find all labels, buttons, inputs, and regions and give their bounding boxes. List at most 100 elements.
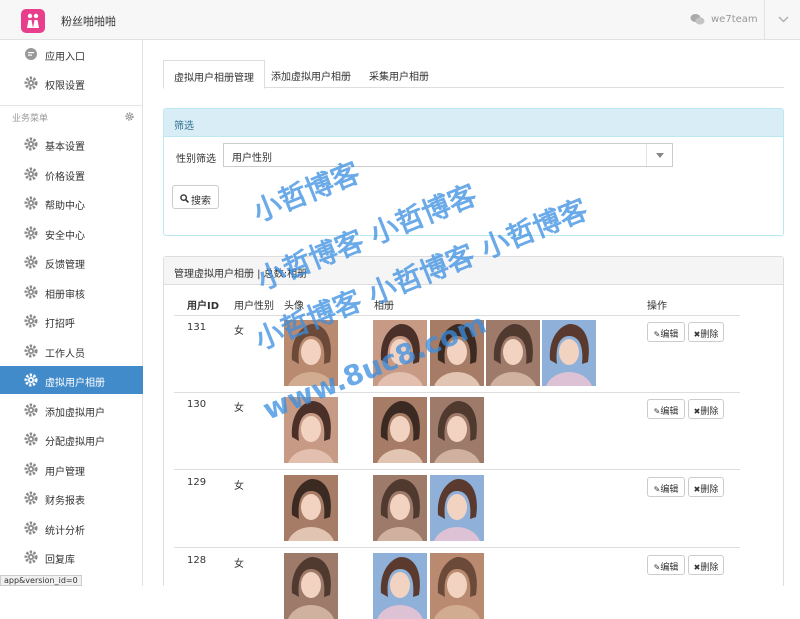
- sidebar-item[interactable]: 基本设置: [0, 130, 143, 158]
- app-logo-icon[interactable]: [21, 9, 45, 33]
- photo-thumbnail[interactable]: [373, 553, 427, 619]
- tab-collect-album[interactable]: 采集用户相册: [369, 60, 429, 88]
- gender-filter-label: 性别筛选: [176, 154, 216, 165]
- photo-thumbnail[interactable]: [542, 320, 596, 386]
- delete-button[interactable]: ✖删除: [688, 555, 724, 575]
- sidebar-item-label: 相册审核: [45, 289, 85, 301]
- sidebar-item-label: 权限设置: [45, 81, 85, 92]
- gender-select-value: 用户性别: [232, 153, 272, 164]
- sidebar-item[interactable]: 虚拟用户相册: [0, 366, 143, 394]
- row-divider: [174, 547, 740, 548]
- sidebar-item-label: 价格设置: [45, 171, 85, 183]
- photo-thumbnail[interactable]: [284, 320, 338, 386]
- header-divider: [174, 315, 740, 316]
- photo-thumbnail[interactable]: [430, 397, 484, 463]
- sidebar-item-label: 分配虚拟用户: [45, 437, 105, 448]
- delete-button[interactable]: ✖删除: [688, 322, 724, 342]
- sidebar-item[interactable]: 回复库: [0, 543, 143, 571]
- caret-down-icon: [656, 153, 664, 158]
- sidebar-item-label: 安全中心: [45, 230, 85, 242]
- account-dropdown[interactable]: [764, 0, 800, 40]
- sidebar-item[interactable]: 相册审核: [0, 278, 143, 306]
- sidebar-item-label: 回复库: [45, 555, 75, 566]
- edit-button[interactable]: ✎编辑: [647, 322, 685, 342]
- gear-icon: [24, 462, 38, 475]
- photo-thumbnail[interactable]: [284, 475, 338, 541]
- edit-button[interactable]: ✎编辑: [647, 555, 685, 575]
- edit-button-label: 编辑: [660, 485, 679, 495]
- sidebar-item[interactable]: 用户管理: [0, 455, 143, 483]
- cell-user-id: 131: [187, 322, 207, 333]
- col-header-avatar: 头像: [284, 301, 304, 312]
- col-header-gender: 用户性别: [234, 301, 274, 312]
- sidebar-item[interactable]: 价格设置: [0, 160, 143, 188]
- edit-button-label: 编辑: [660, 407, 679, 417]
- gear-icon: [24, 137, 38, 151]
- sidebar-item-label: 虚拟用户相册: [45, 378, 105, 389]
- sidebar-item-permissions[interactable]: 权限设置: [0, 69, 143, 97]
- row-divider: [174, 392, 740, 393]
- sidebar-item[interactable]: 打招呼: [0, 307, 143, 335]
- delete-button[interactable]: ✖删除: [688, 399, 724, 419]
- gender-select[interactable]: 用户性别: [223, 143, 673, 167]
- settings-gear-icon[interactable]: [125, 112, 134, 121]
- select-caret: [646, 144, 672, 166]
- sidebar-item-label: 添加虚拟用户: [45, 407, 105, 419]
- sidebar-item-label: 统计分析: [45, 525, 85, 537]
- gear-icon: [24, 196, 38, 210]
- sidebar-item[interactable]: 帮助中心: [0, 189, 143, 217]
- sidebar-item[interactable]: 工作人员: [0, 337, 143, 365]
- delete-button-label: 删除: [700, 330, 719, 340]
- photo-thumbnail[interactable]: [430, 475, 484, 541]
- photo-thumbnail[interactable]: [373, 397, 427, 463]
- delete-button-label: 删除: [700, 563, 719, 573]
- photo-thumbnail[interactable]: [284, 397, 338, 463]
- delete-button[interactable]: ✖删除: [688, 477, 724, 497]
- gear-icon: [24, 491, 38, 505]
- col-header-user-id: 用户ID: [187, 301, 220, 312]
- filter-panel-title: 筛选: [164, 109, 783, 137]
- tab-label: 虚拟用户相册管理: [174, 73, 254, 84]
- tab-album-manage[interactable]: 虚拟用户相册管理: [163, 60, 265, 89]
- list-panel-title: 管理虚拟用户相册 | 总数:相册: [164, 257, 783, 285]
- team-name[interactable]: we7team: [711, 14, 758, 25]
- photo-thumbnail[interactable]: [486, 320, 540, 386]
- sidebar-item-label: 基本设置: [45, 142, 85, 153]
- gear-icon: [24, 521, 38, 534]
- sidebar-item-label: 应用入口: [45, 52, 85, 63]
- cell-user-id: 129: [187, 477, 207, 488]
- photo-thumbnail[interactable]: [430, 553, 484, 619]
- edit-button[interactable]: ✎编辑: [647, 477, 685, 497]
- photo-thumbnail[interactable]: [373, 320, 427, 386]
- tab-add-album[interactable]: 添加虚拟用户相册: [271, 60, 351, 88]
- gear-icon: [24, 167, 38, 180]
- sidebar-item[interactable]: 统计分析: [0, 514, 143, 542]
- sidebar-item-app-entry[interactable]: 应用入口: [0, 40, 143, 68]
- filter-panel: 筛选 性别筛选 用户性别 搜索: [163, 108, 784, 236]
- edit-button[interactable]: ✎编辑: [647, 399, 685, 419]
- edit-button-label: 编辑: [660, 330, 679, 340]
- app-title: 粉丝啪啪啪: [61, 15, 116, 28]
- cell-gender: 女: [234, 559, 244, 570]
- sidebar-item[interactable]: 反馈管理: [0, 248, 143, 276]
- sidebar-section-label: 业务菜单: [12, 114, 49, 124]
- gear-icon: [24, 76, 38, 90]
- photo-thumbnail[interactable]: [430, 320, 484, 386]
- cell-gender: 女: [234, 326, 244, 337]
- gear-icon: [24, 403, 38, 416]
- col-header-actions: 操作: [647, 301, 667, 312]
- gear-icon: [24, 344, 38, 357]
- sidebar-item[interactable]: 财务报表: [0, 484, 143, 512]
- sidebar-item[interactable]: 分配虚拟用户: [0, 425, 143, 453]
- tab-label: 采集用户相册: [369, 72, 429, 83]
- photo-thumbnail[interactable]: [373, 475, 427, 541]
- sidebar-item-label: 财务报表: [45, 496, 85, 507]
- photo-thumbnail[interactable]: [284, 553, 338, 619]
- top-bar: 粉丝啪啪啪 we7team: [0, 0, 800, 40]
- search-button[interactable]: 搜索: [172, 185, 219, 209]
- tab-bar: 虚拟用户相册管理 添加虚拟用户相册 采集用户相册: [163, 60, 784, 89]
- sidebar-item[interactable]: 添加虚拟用户: [0, 396, 143, 424]
- sidebar-item-label: 工作人员: [45, 348, 85, 360]
- cell-gender: 女: [234, 481, 244, 492]
- sidebar-item[interactable]: 安全中心: [0, 219, 143, 247]
